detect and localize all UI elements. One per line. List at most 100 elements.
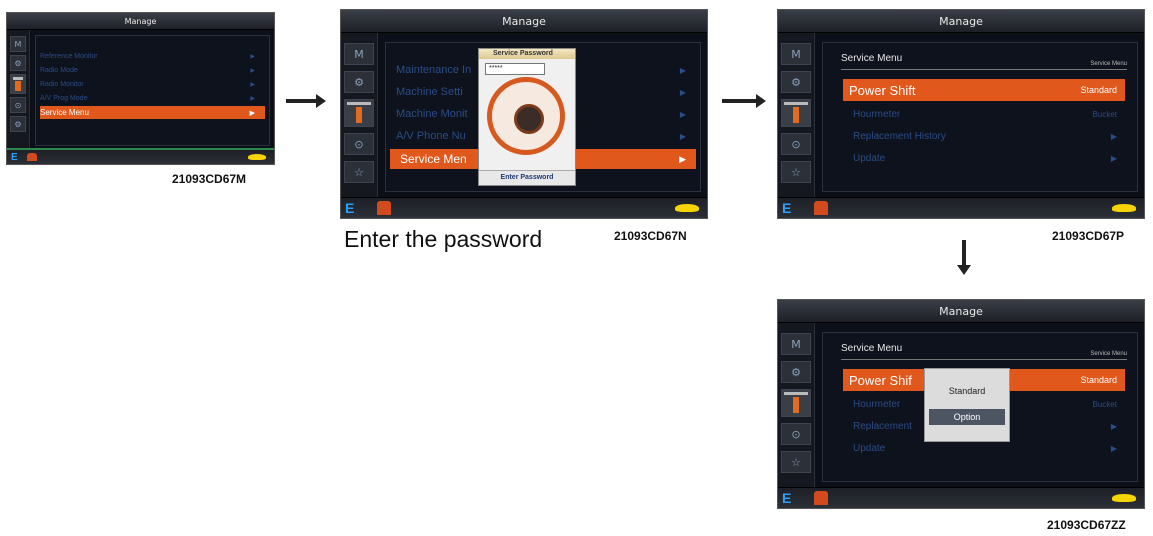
sidebar-button-extra[interactable]: ⚙ — [10, 116, 26, 132]
arrow-icon: ▶ — [250, 67, 255, 74]
engine-mode-label: E — [345, 200, 355, 216]
menu-label: Service Men — [400, 152, 467, 166]
arrow-icon: ▶ — [679, 65, 686, 75]
bottom-bar: E — [778, 487, 1144, 508]
popup-option-standard[interactable]: Standard — [929, 383, 1005, 399]
menu-label: A/V Prog Mode — [40, 94, 88, 102]
enter-password-button[interactable]: Enter Password — [479, 170, 575, 185]
sidebar-button-m[interactable]: M — [781, 43, 811, 65]
sidebar-button-m[interactable]: M — [10, 36, 26, 52]
arrow-icon: ▶ — [679, 87, 686, 97]
tool-icon-bar — [13, 77, 23, 80]
tool-icon — [15, 80, 21, 92]
menu-label: Update — [853, 152, 886, 164]
breadcrumb: Service Menu — [1090, 351, 1127, 357]
bottom-bar: E — [7, 148, 274, 164]
password-dial[interactable] — [487, 77, 565, 155]
arrow-icon: ▶ — [679, 153, 686, 164]
tool-icon — [793, 397, 799, 413]
screen-n: Manage M ⚙ ⊙ ☆ Maintenance In ▶ Machine S… — [340, 9, 708, 219]
operator-icon — [814, 491, 828, 505]
sidebar-button-settings[interactable]: ⚙ — [344, 71, 374, 93]
sidebar-button-manage[interactable] — [344, 99, 374, 127]
menu-item-service[interactable]: Service Menu ▶ — [40, 106, 265, 119]
page-title: Service Menu — [841, 343, 903, 354]
arrow-icon: ▶ — [679, 131, 686, 141]
sidebar-button-monitor[interactable]: ⊙ — [781, 133, 811, 155]
menu-label: Machine Monit — [396, 108, 468, 120]
turtle-icon — [675, 204, 699, 212]
screen-p: Manage M ⚙ ⊙ ☆ Service Menu Service Menu… — [777, 9, 1145, 219]
sidebar-button-favorite[interactable]: ☆ — [781, 161, 811, 183]
engine-mode-label: E — [782, 490, 792, 506]
sidebar-button-settings[interactable]: ⚙ — [781, 71, 811, 93]
sidebar-button-m[interactable]: M — [344, 43, 374, 65]
sidebar-button-settings[interactable]: ⚙ — [10, 55, 26, 71]
popup-option-option[interactable]: Option — [929, 409, 1005, 425]
menu-panel: Service Menu Service Menu Power Shift Sta… — [822, 42, 1138, 192]
tool-icon — [356, 107, 362, 123]
tool-icon-bar — [347, 102, 371, 105]
figure-caption: 21093CD67P — [1052, 229, 1125, 243]
password-input[interactable]: ***** — [485, 63, 545, 75]
menu-item[interactable]: Hourmeter Bucket — [853, 105, 1125, 123]
arrow-icon: ▶ — [250, 95, 255, 102]
sidebar: M ⚙ ⊙ ⚙ — [7, 30, 30, 150]
turtle-icon — [248, 154, 266, 160]
menu-item[interactable]: Replacement History ▶ — [853, 127, 1125, 145]
menu-label: Reference Monitor — [40, 52, 98, 60]
screen-title: Manage — [939, 14, 983, 28]
menu-item[interactable]: Radio Monitor ▶ — [40, 78, 265, 90]
menu-value: ▶ — [1110, 421, 1117, 431]
sidebar-button-manage[interactable] — [10, 74, 26, 94]
menu-item[interactable]: Reference Monitor ▶ — [40, 50, 265, 62]
screen-m: Manage M ⚙ ⊙ ⚙ Reference Monitor ▶ Radio … — [6, 12, 275, 165]
menu-header: Service Menu Service Menu — [841, 53, 1127, 70]
sidebar-button-monitor[interactable]: ⊙ — [10, 97, 26, 113]
menu-label: Service Menu — [40, 108, 89, 117]
menu-label: Power Shift — [849, 82, 916, 98]
option-popup: Standard Option — [924, 368, 1010, 442]
sidebar-button-manage[interactable] — [781, 99, 811, 127]
operator-icon — [27, 153, 37, 161]
sidebar-button-favorite[interactable]: ☆ — [344, 161, 374, 183]
dial-knob-icon — [514, 104, 544, 134]
screen-zz: Manage M ⚙ ⊙ ☆ Service Menu Service Menu… — [777, 299, 1145, 509]
breadcrumb: Service Menu — [1090, 61, 1127, 67]
password-dialog-title: Service Password — [479, 49, 575, 59]
figure-caption: 21093CD67ZZ — [1047, 518, 1126, 532]
menu-label: Update — [853, 442, 886, 454]
sidebar-button-manage[interactable] — [781, 389, 811, 417]
menu-item-power-shift[interactable]: Power Shift Standard — [843, 79, 1125, 101]
menu-item[interactable]: Radio Mode ▶ — [40, 64, 265, 76]
sidebar-button-settings[interactable]: ⚙ — [781, 361, 811, 383]
menu-value: ▶ — [1110, 153, 1117, 163]
menu-label: Maintenance In — [396, 64, 472, 76]
tool-icon — [793, 107, 799, 123]
flow-arrow — [722, 94, 766, 108]
arrow-icon: ▶ — [250, 81, 255, 88]
figure-caption: 21093CD67N — [614, 229, 687, 243]
sidebar: M ⚙ ⊙ ☆ — [778, 33, 815, 198]
screen-title: Manage — [502, 14, 546, 28]
tool-icon-bar — [784, 102, 808, 105]
top-bar: Manage — [778, 300, 1144, 323]
menu-label: A/V Phone Nu — [396, 130, 466, 142]
sidebar-button-monitor[interactable]: ⊙ — [344, 133, 374, 155]
menu-item[interactable]: A/V Prog Mode ▶ — [40, 92, 265, 104]
turtle-icon — [1112, 494, 1136, 502]
screen-title: Manage — [124, 16, 157, 26]
menu-item[interactable]: Update ▶ — [853, 149, 1125, 167]
operator-icon — [377, 201, 391, 215]
sidebar-button-m[interactable]: M — [781, 333, 811, 355]
top-bar: Manage — [341, 10, 707, 33]
sidebar: M ⚙ ⊙ ☆ — [778, 323, 815, 488]
engine-mode-label: E — [782, 200, 792, 216]
sidebar-button-monitor[interactable]: ⊙ — [781, 423, 811, 445]
menu-label: Replacement History — [853, 130, 946, 142]
sidebar-button-favorite[interactable]: ☆ — [781, 451, 811, 473]
menu-label: Machine Setti — [396, 86, 463, 98]
figure-caption: 21093CD67M — [172, 172, 247, 186]
menu-value: Bucket — [1092, 109, 1117, 119]
arrow-icon: ▶ — [679, 109, 686, 119]
